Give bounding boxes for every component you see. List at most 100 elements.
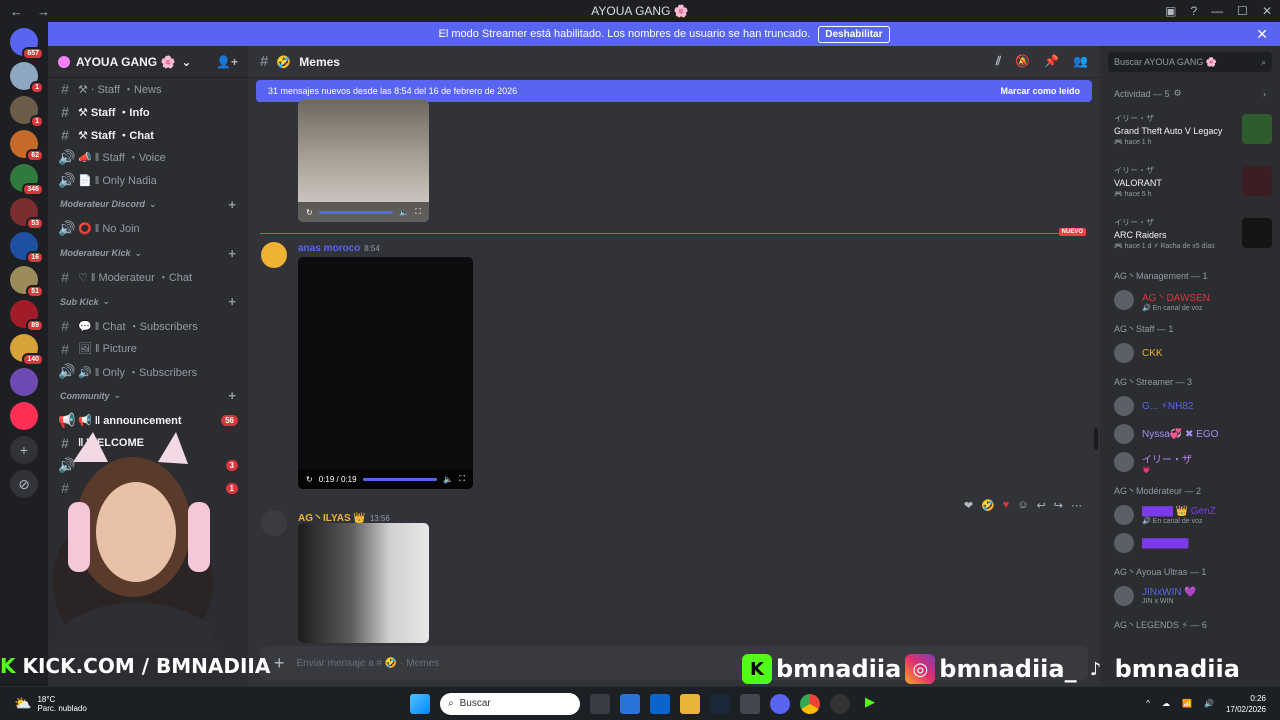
server-icon[interactable]: 53	[10, 198, 44, 230]
activity-card[interactable]: イリー・ザ ARC Raiders 🎮 hace 1 d ⚡ Racha de x5…	[1114, 209, 1272, 257]
start-icon[interactable]	[410, 693, 430, 714]
channel-item[interactable]: 🔊 🔊 ‖ Only ・Subscribers	[48, 360, 248, 383]
add-channel-icon[interactable]: +	[228, 246, 236, 261]
chevron-right-icon[interactable]: ›	[1263, 89, 1266, 99]
forward-icon[interactable]: ↪	[1054, 499, 1063, 512]
kick-app-icon[interactable]: ▶	[860, 693, 880, 714]
search-input[interactable]: Buscar AYOUA GANG 🌸 ⌕	[1108, 52, 1272, 72]
discover-icon[interactable]: ⊘	[10, 470, 38, 498]
image-attachment[interactable]	[298, 523, 429, 643]
server-icon[interactable]	[10, 402, 38, 430]
member-item[interactable]: AG丶DAWSEN 🔊 En canal de voz	[1100, 286, 1280, 314]
member-item[interactable]: イリー・ザ 💗	[1100, 448, 1280, 476]
fullscreen-icon[interactable]: ⛶	[459, 474, 465, 484]
add-channel-icon[interactable]: +	[228, 388, 236, 403]
member-item[interactable]: Nyssa💞 ✖ EGO	[1100, 420, 1280, 448]
new-messages-bar[interactable]: 31 mensajes nuevos desde las 8:54 del 16…	[256, 80, 1092, 102]
threads-icon[interactable]: ⫽	[996, 54, 1001, 69]
member-item[interactable]: ▇▇▇▇▇▇	[1100, 529, 1280, 557]
channel-item[interactable]: 🔊 📄 ‖ Only Nadia	[48, 169, 248, 192]
server-icon[interactable]: 1	[10, 62, 44, 94]
fullscreen-icon[interactable]: ⛶	[415, 207, 421, 217]
avatar[interactable]	[261, 242, 287, 268]
server-icon[interactable]	[10, 368, 38, 396]
server-icon[interactable]: 346	[10, 164, 44, 196]
channel-category[interactable]: Sub Kick ⌄ +	[48, 289, 248, 315]
server-icon[interactable]: 1	[10, 96, 44, 128]
close-window-icon[interactable]: ✕	[1262, 4, 1272, 18]
more-icon[interactable]: ⋯	[1071, 499, 1082, 512]
task-view-icon[interactable]	[590, 693, 610, 714]
server-icon[interactable]: 16	[10, 232, 44, 264]
store-icon[interactable]	[620, 693, 640, 714]
replay-icon[interactable]: ↻	[306, 475, 313, 484]
mark-read-button[interactable]: Marcar como leído	[1000, 86, 1080, 96]
channel-item[interactable]: 🔊 📣 ‖ Staff ・Voice	[48, 146, 248, 169]
author-name[interactable]: anas moroco	[298, 243, 360, 254]
steam-icon[interactable]	[710, 693, 730, 714]
close-banner-icon[interactable]: ✕	[1256, 26, 1268, 43]
add-channel-icon[interactable]: +	[228, 294, 236, 309]
invite-icon[interactable]: 👤+	[216, 55, 238, 69]
discord-icon[interactable]	[770, 693, 790, 714]
channel-category[interactable]: Moderateur Kick ⌄ +	[48, 240, 248, 266]
add-server-icon[interactable]: +	[10, 436, 38, 464]
obs-icon[interactable]	[830, 693, 850, 714]
volume-icon[interactable]: 🔈	[399, 208, 409, 217]
taskbar-search[interactable]: ⌕ Buscar	[440, 692, 580, 715]
gear-icon[interactable]: ⚙	[1174, 88, 1182, 99]
attach-plus-icon[interactable]: +	[274, 653, 285, 674]
tray-chevron-icon[interactable]: ^	[1146, 699, 1150, 708]
guild-header[interactable]: AYOUA GANG 🌸 ⌄ 👤+	[48, 46, 248, 78]
reaction-icon[interactable]: ❤	[964, 499, 973, 512]
server-icon[interactable]: 657	[10, 28, 44, 60]
channel-item[interactable]: # ⚒ ‧ Staff ・News	[48, 78, 248, 101]
network-icon[interactable]: ☁	[1162, 699, 1170, 708]
clock[interactable]: 0:26 17/02/2026	[1226, 693, 1266, 715]
server-icon[interactable]: 62	[10, 130, 44, 162]
help-icon[interactable]: ?	[1190, 4, 1197, 18]
emoji-reaction-icon[interactable]: 🤣	[981, 499, 995, 512]
activity-header[interactable]: Actividad — 5 ⚙ ›	[1100, 78, 1280, 105]
heart-reaction-icon[interactable]: ♥	[1003, 499, 1010, 512]
wifi-icon[interactable]: 📶	[1182, 699, 1192, 708]
inbox-icon[interactable]: ▣	[1165, 4, 1176, 18]
add-channel-icon[interactable]: +	[228, 197, 236, 212]
channel-category[interactable]: Moderateur Discord ⌄ +	[48, 191, 248, 217]
progress-bar[interactable]	[318, 210, 394, 214]
channel-item[interactable]: 🔊 ⭕ ‖ No Join	[48, 217, 248, 240]
disable-streamer-button[interactable]: Deshabilitar	[818, 25, 890, 43]
channel-item[interactable]: # ⚒ Staff ・Info	[48, 101, 248, 124]
member-item[interactable]: G... ⚡NH82	[1100, 392, 1280, 420]
activity-card[interactable]: イリー・ザ Grand Theft Auto V Legacy 🎮 hace 1 h	[1114, 105, 1272, 153]
member-item[interactable]: JINxWIN 💜 JIN x WIN	[1100, 582, 1280, 610]
channel-item[interactable]: # ♡ ‖ Moderateur ・Chat	[48, 266, 248, 289]
avatar[interactable]	[261, 510, 287, 536]
channel-category[interactable]: Community ⌄ +	[48, 383, 248, 409]
maximize-icon[interactable]: ☐	[1237, 4, 1248, 18]
progress-bar[interactable]	[362, 477, 438, 481]
channel-item[interactable]: 📢 📢 ‖ announcement 56	[48, 409, 248, 432]
weather-widget[interactable]: ⛅ 18°C Parc. nublado	[0, 695, 87, 713]
message-author[interactable]: anas moroco 8:54	[298, 243, 380, 254]
reply-icon[interactable]: ↩	[1037, 499, 1046, 512]
mute-bell-icon[interactable]: 🔕	[1015, 54, 1030, 69]
server-icon[interactable]: 89	[10, 300, 44, 332]
server-icon[interactable]: 51	[10, 266, 44, 298]
channel-item[interactable]: # 🖼 ‖ Picture	[48, 338, 248, 361]
cat-video-attachment[interactable]: ↻ 🔈 ⛶	[298, 100, 429, 222]
folder-icon[interactable]	[680, 693, 700, 714]
capture-icon[interactable]	[740, 693, 760, 714]
minimize-icon[interactable]: —	[1211, 4, 1223, 18]
member-item[interactable]: ▇▇▇▇ 👑 GenZ 🔊 En canal de voz	[1100, 501, 1280, 529]
member-list-icon[interactable]: 👥	[1073, 54, 1088, 69]
volume-icon[interactable]: 🔈	[443, 475, 453, 484]
activity-card[interactable]: イリー・ザ VALORANT 🎮 hace 5 h	[1114, 157, 1272, 205]
server-icon[interactable]: 140	[10, 334, 44, 366]
add-reaction-icon[interactable]: ☺	[1017, 499, 1028, 512]
channel-item[interactable]: # 💬 ‖ Chat ・Subscribers	[48, 315, 248, 338]
replay-icon[interactable]: ↻	[306, 208, 313, 217]
scrollbar[interactable]	[1094, 428, 1098, 450]
member-item[interactable]: CKK	[1100, 339, 1280, 367]
outlook-icon[interactable]	[650, 693, 670, 714]
